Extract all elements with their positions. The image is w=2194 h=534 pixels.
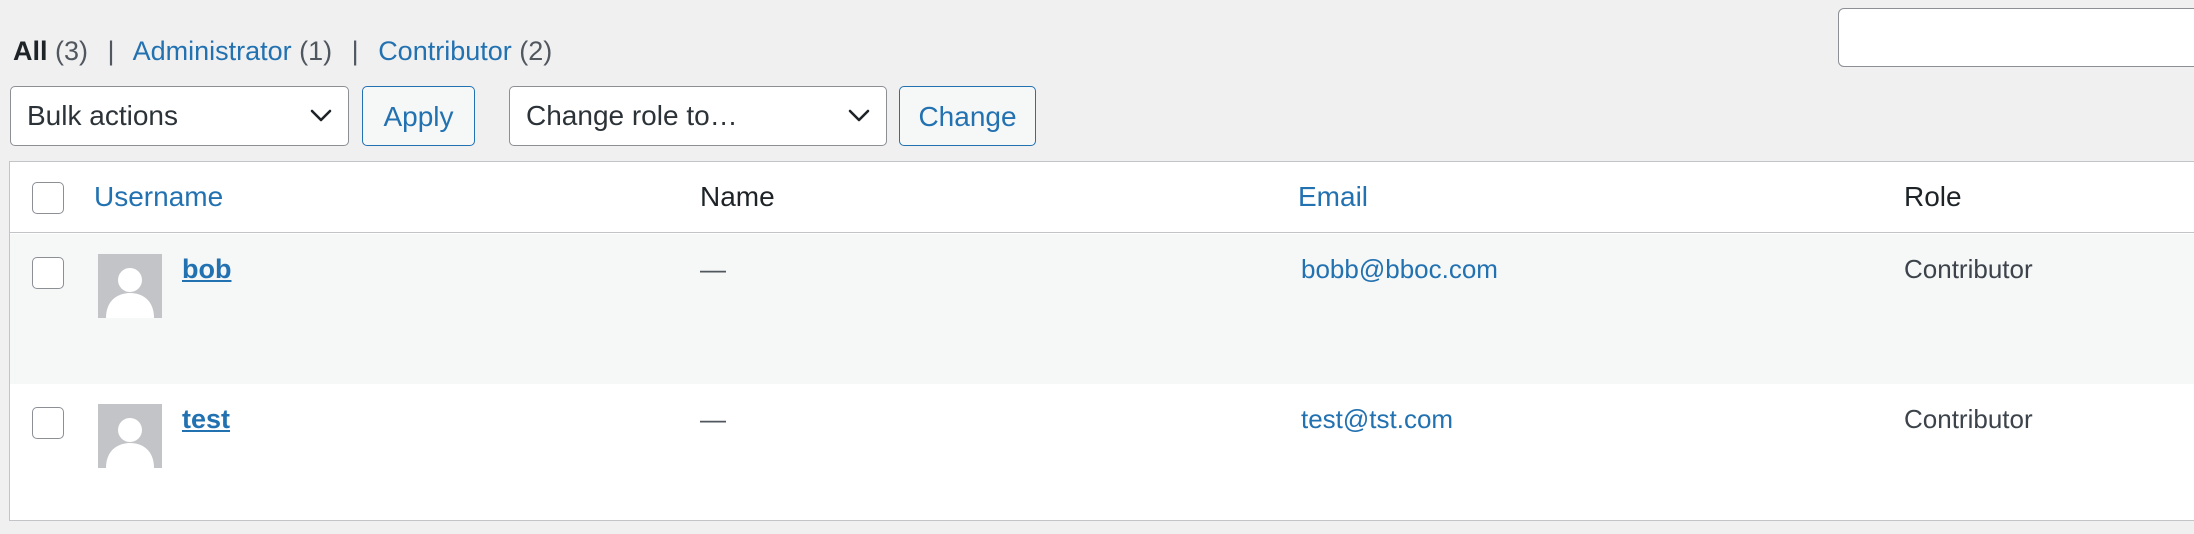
user-role: Contributor — [1904, 404, 2033, 434]
bulk-actions-selected: Bulk actions — [27, 100, 178, 131]
change-role-select[interactable]: Change role to… — [509, 86, 887, 146]
apply-button[interactable]: Apply — [362, 86, 475, 146]
row-checkbox[interactable] — [32, 407, 64, 439]
user-email-link[interactable]: test@tst.com — [1301, 402, 1453, 436]
bulk-actions-select[interactable]: Bulk actions — [10, 86, 349, 146]
default-avatar-icon — [98, 404, 162, 468]
chevron-down-icon — [310, 87, 332, 144]
view-contributor[interactable]: Contributor (2) — [378, 36, 552, 66]
users-table: Username Name Email Role bob — bobb@bboc… — [9, 161, 2194, 521]
view-administrator[interactable]: Administrator (1) — [133, 36, 340, 66]
view-separator: | — [351, 36, 359, 66]
username-link[interactable]: bob — [182, 252, 231, 286]
change-button[interactable]: Change — [899, 86, 1036, 146]
user-name: — — [700, 254, 726, 284]
view-administrator-link[interactable]: Administrator — [133, 36, 292, 66]
select-all-checkbox[interactable] — [32, 182, 64, 214]
view-administrator-count: (1) — [299, 36, 333, 66]
change-role-selected: Change role to… — [526, 100, 738, 131]
default-avatar-icon — [98, 254, 162, 318]
table-row: test — test@tst.com Contributor — [10, 384, 2194, 534]
search-users-input[interactable] — [1838, 8, 2194, 67]
username-link[interactable]: test — [182, 402, 230, 436]
row-checkbox[interactable] — [32, 257, 64, 289]
chevron-down-icon — [848, 87, 870, 144]
view-all[interactable]: All (3) — [13, 36, 96, 66]
table-row: bob — bobb@bboc.com Contributor — [10, 234, 2194, 384]
column-username[interactable]: Username — [94, 180, 223, 214]
view-contributor-count: (2) — [519, 36, 553, 66]
view-separator: | — [107, 36, 115, 66]
user-role: Contributor — [1904, 254, 2033, 284]
user-email-link[interactable]: bobb@bboc.com — [1301, 252, 1498, 286]
column-email[interactable]: Email — [1298, 180, 1368, 214]
view-all-label[interactable]: All — [13, 36, 48, 66]
table-header: Username Name Email Role — [10, 162, 2194, 233]
view-contributor-link[interactable]: Contributor — [378, 36, 512, 66]
column-name: Name — [700, 181, 775, 212]
user-role-filter-views: All (3) | Administrator (1) | Contributo… — [13, 34, 552, 68]
column-role: Role — [1904, 181, 1962, 212]
user-name: — — [700, 404, 726, 434]
view-all-count: (3) — [55, 36, 89, 66]
